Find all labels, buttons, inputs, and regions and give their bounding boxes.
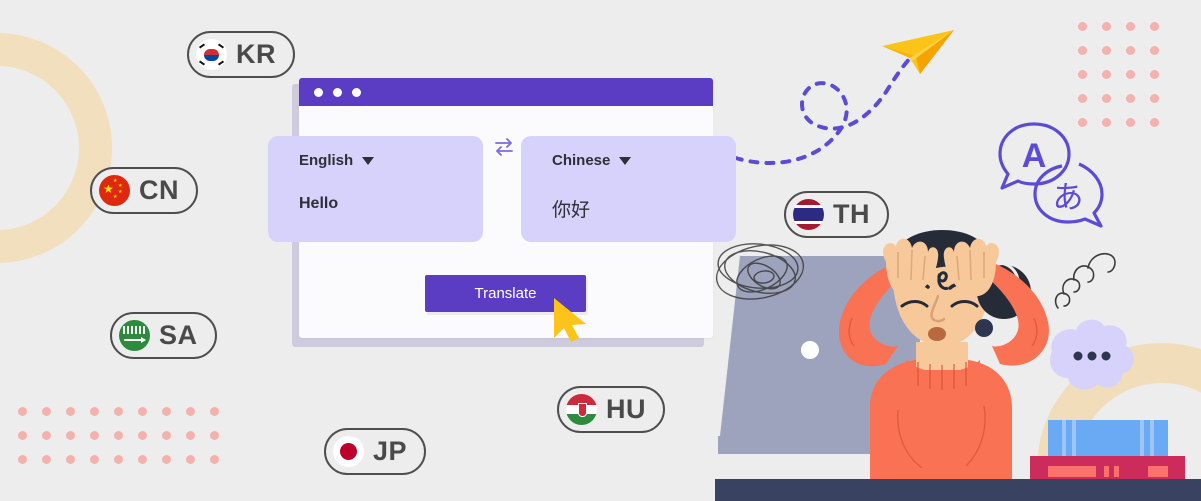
language-badge-hu[interactable]: HU [557, 386, 665, 433]
language-code-th: TH [833, 199, 870, 229]
language-badge-th[interactable]: TH [784, 191, 889, 238]
language-code-jp: JP [373, 436, 408, 466]
target-language-selector[interactable]: Chinese [552, 152, 736, 169]
source-text[interactable]: Hello [299, 195, 483, 213]
source-language-panel: English Hello [268, 136, 483, 242]
chevron-down-icon [619, 156, 632, 165]
target-language-panel: Chinese 你好 [521, 136, 736, 242]
paper-plane-icon [882, 30, 954, 74]
frustrated-person-illustration [715, 230, 1185, 501]
thought-bubble [1049, 319, 1134, 390]
illustration-canvas: A あ English Hello Chinese 你好 Translate K… [0, 0, 1201, 501]
window-dot-2[interactable] [333, 87, 342, 97]
language-code-sa: SA [159, 320, 198, 350]
window-dot-1[interactable] [314, 87, 323, 97]
source-language-selector[interactable]: English [299, 152, 483, 169]
window-dot-3[interactable] [352, 87, 361, 97]
desk-surface [715, 479, 1201, 501]
hu-flag-icon [566, 394, 597, 425]
confusion-squiggle [1054, 252, 1116, 309]
swap-arrows-icon[interactable] [493, 136, 515, 158]
language-code-kr: KR [236, 39, 276, 69]
cn-flag-icon: ★ ★ ★ ★ ★ [99, 175, 130, 206]
beige-ring-arc-left [0, 33, 112, 263]
jp-flag-icon [333, 436, 364, 467]
sa-flag-icon [119, 320, 150, 351]
chat-bubbles-icon: A あ [998, 122, 1104, 228]
language-badge-cn[interactable]: ★ ★ ★ ★ ★ CN [90, 167, 198, 214]
book-stack [1030, 420, 1185, 488]
target-text: 你好 [552, 200, 591, 221]
language-badge-jp[interactable]: JP [324, 428, 427, 475]
chat-bubble-letter-a: A [1022, 137, 1047, 175]
th-flag-icon [793, 199, 824, 230]
chat-bubble-letter-jp: あ [1053, 180, 1084, 216]
chevron-down-icon [362, 156, 375, 165]
dot-grid-bottom-left [18, 407, 234, 479]
language-badge-sa[interactable]: SA [110, 312, 217, 359]
source-language-label: English [299, 152, 354, 169]
language-code-hu: HU [606, 394, 646, 424]
kr-flag-icon [196, 39, 227, 70]
window-titlebar [299, 78, 713, 106]
translate-button[interactable]: Translate [425, 275, 586, 312]
language-badge-kr[interactable]: KR [187, 31, 295, 78]
target-language-label: Chinese [552, 152, 611, 169]
language-code-cn: CN [139, 175, 179, 205]
